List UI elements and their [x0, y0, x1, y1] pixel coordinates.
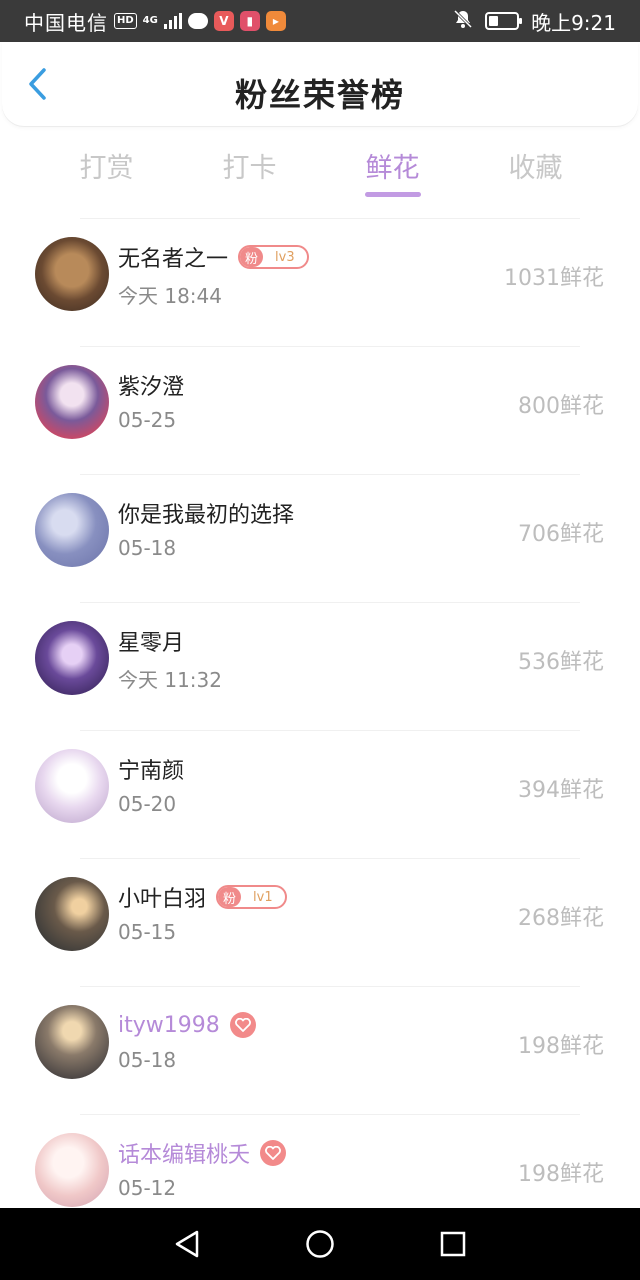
- timestamp: 今天 18:44: [118, 284, 222, 308]
- divider: [80, 346, 580, 347]
- tab-label: 收藏: [508, 153, 563, 184]
- avatar[interactable]: [35, 365, 109, 439]
- timestamp: 今天 11:32: [118, 668, 222, 692]
- avatar[interactable]: [35, 237, 109, 311]
- app-book-icon: ▮: [239, 11, 260, 31]
- active-tab-indicator: [364, 192, 421, 197]
- flower-count: 198鲜花: [518, 1162, 604, 1187]
- list-item[interactable]: 宁南颜 05-20 394鲜花: [0, 722, 640, 850]
- name-line: 无名者之一粉 lv3: [118, 242, 309, 272]
- hd-badge: HD: [114, 13, 137, 29]
- avatar[interactable]: [35, 749, 109, 823]
- name-line: 紫汐澄: [118, 370, 184, 400]
- list-item[interactable]: 无名者之一粉 lv3 今天 18:44 1031鲜花: [0, 210, 640, 338]
- avatar[interactable]: [35, 493, 109, 567]
- avatar[interactable]: [35, 621, 109, 695]
- tab-label: 打卡: [222, 153, 277, 184]
- tab-label: 鲜花: [365, 153, 420, 184]
- divider: [80, 1114, 580, 1115]
- avatar[interactable]: [35, 1005, 109, 1079]
- divider: [80, 858, 580, 859]
- timestamp: 05-15: [118, 920, 177, 944]
- divider: [80, 602, 580, 603]
- name-line: 宁南颜: [118, 754, 184, 784]
- tab-1[interactable]: 打卡: [178, 140, 321, 200]
- mute-bell-icon: [453, 9, 473, 34]
- page-title: 粉丝荣誉榜: [234, 76, 405, 114]
- nav-recents-button[interactable]: [433, 1224, 473, 1264]
- timestamp: 05-18: [118, 1048, 177, 1072]
- user-name[interactable]: ityw1998: [118, 1013, 220, 1038]
- clock: 晚上9:21: [531, 10, 616, 35]
- tab-3[interactable]: 收藏: [464, 140, 607, 200]
- nav-back-button[interactable]: [167, 1224, 207, 1264]
- fan-badge-label: 粉: [240, 247, 264, 267]
- carrier-label: 中国电信: [24, 10, 108, 35]
- divider: [80, 218, 580, 219]
- fan-badge-level: lv1: [253, 889, 273, 905]
- user-name[interactable]: 宁南颜: [118, 753, 184, 785]
- fan-level-badge: 粉 lv3: [238, 245, 309, 269]
- battery-icon: [485, 12, 523, 30]
- timestamp: 05-18: [118, 536, 177, 560]
- avatar[interactable]: [35, 877, 109, 951]
- list-item[interactable]: 星零月今天 11:32 536鲜花: [0, 594, 640, 722]
- app-play-icon: ▸: [265, 11, 286, 31]
- name-line: 星零月: [118, 626, 184, 656]
- fan-list: 无名者之一粉 lv3 今天 18:44 1031鲜花 紫汐澄 05-25 800鲜花 你是我最…: [0, 210, 640, 1234]
- tab-2[interactable]: 鲜花: [321, 140, 464, 200]
- fan-level-badge: 粉 lv1: [216, 885, 287, 909]
- heart-badge-icon: [260, 1140, 287, 1166]
- flower-count: 268鲜花: [518, 906, 604, 931]
- app-header: 粉丝荣誉榜: [2, 42, 638, 126]
- divider: [80, 730, 580, 731]
- name-line: ityw1998: [118, 1010, 256, 1040]
- home-circle-icon: [306, 1230, 334, 1258]
- app-v-icon: V: [213, 11, 234, 31]
- flower-count: 198鲜花: [518, 1034, 604, 1059]
- flower-count: 706鲜花: [518, 522, 604, 547]
- name-line: 话本编辑桃夭: [118, 1137, 287, 1169]
- flower-count: 800鲜花: [518, 394, 604, 419]
- user-name[interactable]: 小叶白羽: [118, 881, 206, 913]
- tab-label: 打赏: [79, 153, 134, 184]
- signal-icon: [163, 13, 182, 29]
- list-item[interactable]: 你是我最初的选择 05-18 706鲜花: [0, 466, 640, 594]
- flower-count: 1031鲜花: [504, 266, 604, 291]
- user-name[interactable]: 无名者之一: [118, 241, 228, 273]
- divider: [80, 986, 580, 987]
- back-triangle-icon: [175, 1230, 198, 1258]
- fan-badge-label: 粉: [218, 887, 242, 907]
- nav-home-button[interactable]: [300, 1224, 340, 1264]
- name-line: 小叶白羽粉 lv1: [118, 882, 287, 912]
- user-name[interactable]: 你是我最初的选择: [118, 497, 294, 529]
- recents-square-icon: [441, 1231, 466, 1257]
- timestamp: 05-20: [118, 792, 177, 816]
- list-item[interactable]: 紫汐澄 05-25 800鲜花: [0, 338, 640, 466]
- status-bar: 中国电信 HD 4G V ▮ ▸ 晚上9:21: [0, 0, 640, 42]
- timestamp: 05-25: [118, 408, 177, 432]
- user-name[interactable]: 话本编辑桃夭: [118, 1137, 250, 1169]
- heart-badge-icon: [229, 1012, 256, 1038]
- user-name[interactable]: 星零月: [118, 625, 184, 657]
- tab-bar: 打赏 打卡 鲜花 收藏: [0, 140, 640, 200]
- flower-count: 536鲜花: [518, 650, 604, 675]
- system-nav-bar: [0, 1208, 640, 1280]
- flower-count: 394鲜花: [518, 778, 604, 803]
- name-line: 你是我最初的选择: [118, 498, 294, 528]
- network-label: 4G: [142, 15, 158, 26]
- list-item[interactable]: ityw1998 05-18 198鲜花: [0, 978, 640, 1106]
- message-icon: [187, 13, 208, 29]
- timestamp: 05-12: [118, 1176, 177, 1200]
- list-item[interactable]: 小叶白羽粉 lv1 05-15 268鲜花: [0, 850, 640, 978]
- tab-0[interactable]: 打赏: [35, 140, 178, 200]
- user-name[interactable]: 紫汐澄: [118, 369, 184, 401]
- divider: [80, 474, 580, 475]
- avatar[interactable]: [35, 1133, 109, 1207]
- fan-badge-level: lv3: [275, 249, 295, 265]
